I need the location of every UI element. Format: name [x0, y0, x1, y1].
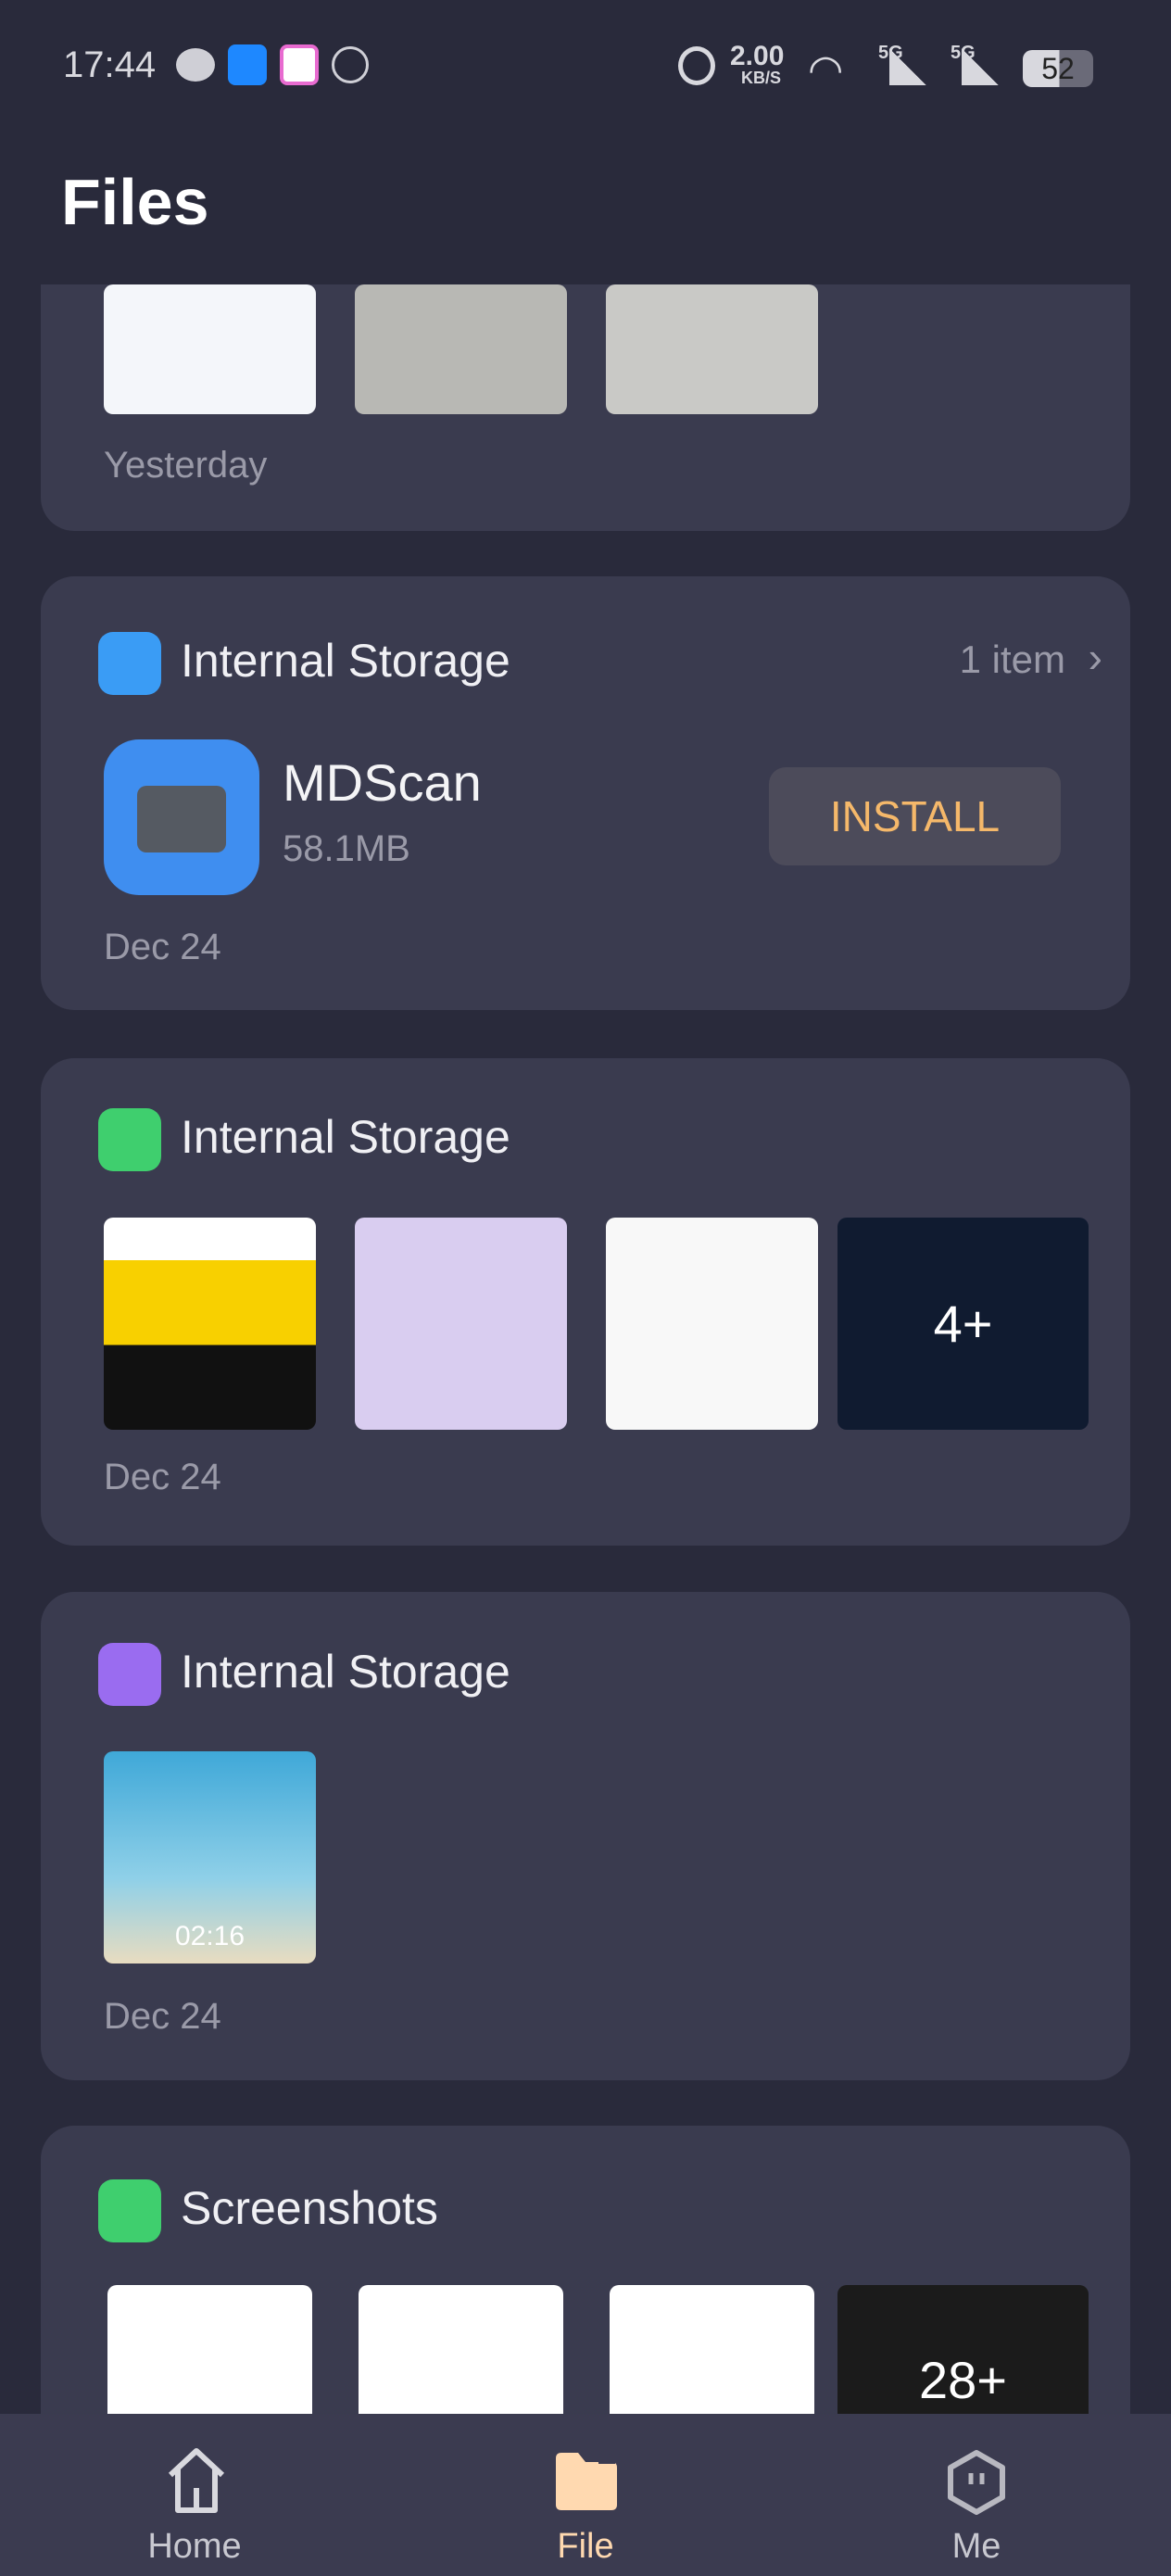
video-thumbnail[interactable]: 02:16 — [104, 1751, 316, 1964]
signal-icon-1 — [889, 48, 926, 85]
signal-icon-2 — [962, 48, 999, 85]
gallery-notification-icon — [280, 44, 319, 85]
thumbnail[interactable] — [355, 284, 567, 414]
card-title: Internal Storage — [181, 1646, 510, 1698]
card-date: Dec 24 — [104, 1996, 221, 2037]
image-icon — [98, 1108, 161, 1171]
folder-icon — [556, 2453, 617, 2510]
recent-card-yesterday: Yesterday — [41, 269, 1130, 531]
nav-label: File — [557, 2527, 614, 2566]
more-count: 4+ — [837, 1218, 1089, 1430]
thumbnail-more[interactable]: 4+ — [837, 1218, 1089, 1430]
storage-icon — [98, 632, 161, 695]
nav-label: Home — [147, 2527, 242, 2566]
recent-card-app[interactable]: Internal Storage 1 item › MDScan 58.1MB … — [41, 576, 1130, 1010]
nav-label: Me — [951, 2527, 1001, 2566]
image-icon — [98, 2179, 161, 2242]
recent-card-images[interactable]: Internal Storage 4+ Dec 24 — [41, 1058, 1130, 1546]
app-name: MDScan — [283, 753, 482, 812]
ad-block-icon — [332, 46, 369, 83]
net-unit: KB/S — [741, 69, 782, 87]
recent-card-videos[interactable]: Internal Storage 02:16 Dec 24 — [41, 1592, 1130, 2080]
chevron-right-icon[interactable]: › — [1089, 632, 1102, 682]
home-icon — [168, 2448, 225, 2513]
card-title: Screenshots — [181, 2182, 438, 2234]
alarm-icon — [678, 46, 715, 85]
card-title: Internal Storage — [181, 635, 510, 687]
install-button[interactable]: INSTALL — [769, 767, 1061, 865]
card-date: Yesterday — [104, 445, 268, 486]
thumbnail[interactable] — [355, 1218, 567, 1430]
thumbnail[interactable] — [104, 284, 316, 414]
page-title: Files — [61, 166, 209, 238]
net-speed: 2.00 — [730, 41, 785, 71]
wechat-icon — [176, 48, 215, 82]
battery-indicator: 52 — [1023, 50, 1093, 87]
card-date: Dec 24 — [104, 927, 221, 967]
item-count[interactable]: 1 item — [960, 638, 1065, 682]
nav-me[interactable]: Me — [837, 2414, 1115, 2576]
thumbnail[interactable] — [606, 284, 818, 414]
profile-icon — [948, 2450, 1005, 2515]
status-time: 17:44 — [63, 44, 157, 85]
nav-file[interactable]: File — [447, 2414, 724, 2576]
thumbnail[interactable] — [104, 1218, 316, 1430]
video-duration: 02:16 — [174, 1921, 246, 1951]
app-notification-icon — [228, 44, 267, 85]
nav-home[interactable]: Home — [56, 2414, 334, 2576]
app-size: 58.1MB — [283, 828, 410, 869]
card-title: Internal Storage — [181, 1111, 510, 1163]
bottom-navigation: Home File Me — [0, 2414, 1171, 2576]
thumbnail[interactable] — [606, 1218, 818, 1430]
video-icon — [98, 1643, 161, 1706]
card-date: Dec 24 — [104, 1457, 221, 1497]
wifi-icon: ◠ — [808, 47, 844, 93]
mdscan-app-icon — [104, 739, 259, 895]
